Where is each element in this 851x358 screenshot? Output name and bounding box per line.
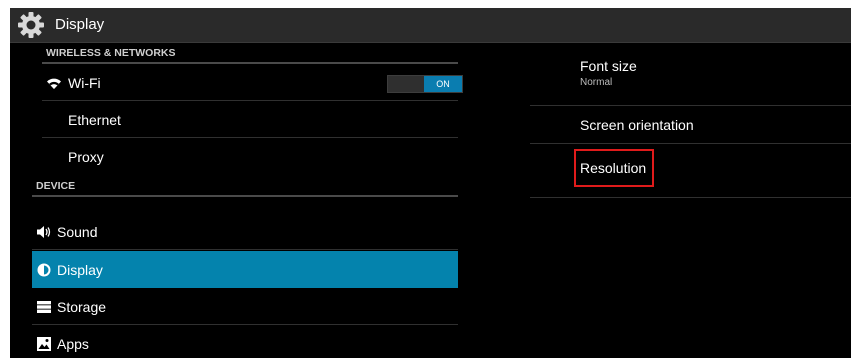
pref-resolution[interactable]: Resolution: [530, 144, 851, 198]
sidebar-item-wifi[interactable]: Wi-Fi ON: [42, 64, 463, 101]
sidebar-item-label: Ethernet: [68, 112, 121, 128]
action-bar: Display: [10, 8, 851, 43]
sidebar-item-label: Storage: [57, 299, 107, 315]
settings-list: WIRELESS & NETWORKS Wi-Fi ON Ethernet Pr…: [32, 42, 463, 358]
section-header-device: DEVICE: [32, 175, 458, 197]
sidebar-item-display[interactable]: Display: [32, 251, 458, 288]
pref-title: Font size: [580, 58, 637, 74]
wifi-icon: [47, 78, 61, 89]
pref-summary: Normal: [580, 77, 613, 88]
sidebar-item-sound[interactable]: Sound: [32, 213, 458, 250]
brightness-icon: [37, 263, 51, 277]
settings-screen: Display WIRELESS & NETWORKS Wi-Fi ON Eth…: [10, 8, 851, 358]
apps-icon: [37, 337, 51, 351]
toggle-on-label: ON: [424, 76, 462, 92]
gear-icon[interactable]: [16, 11, 46, 39]
sidebar-item-label: Sound: [57, 224, 98, 240]
wifi-toggle[interactable]: ON: [387, 75, 463, 93]
storage-icon: [37, 301, 51, 313]
sidebar-item-ethernet[interactable]: Ethernet: [42, 101, 458, 138]
section-header-label: WIRELESS & NETWORKS: [46, 47, 176, 59]
section-header-label: DEVICE: [36, 180, 76, 192]
sidebar-item-proxy[interactable]: Proxy: [42, 138, 458, 175]
page-title: Display: [55, 16, 105, 33]
pref-title: Resolution: [580, 160, 647, 176]
sidebar-item-label: Apps: [57, 336, 89, 352]
speaker-icon: [37, 226, 51, 238]
detail-pane: Font size Normal Screen orientation Reso…: [530, 42, 851, 358]
pref-screen-orientation[interactable]: Screen orientation: [530, 106, 851, 144]
section-header-wireless: WIRELESS & NETWORKS: [42, 42, 458, 64]
pref-title: Screen orientation: [580, 117, 694, 133]
sidebar-item-label: Display: [57, 262, 103, 278]
sidebar-item-label: Wi-Fi: [68, 75, 101, 91]
sidebar-item-label: Proxy: [68, 149, 104, 165]
sidebar-item-storage[interactable]: Storage: [32, 288, 458, 325]
sidebar-item-apps[interactable]: Apps: [32, 325, 458, 358]
pref-font-size[interactable]: Font size Normal: [530, 56, 851, 106]
